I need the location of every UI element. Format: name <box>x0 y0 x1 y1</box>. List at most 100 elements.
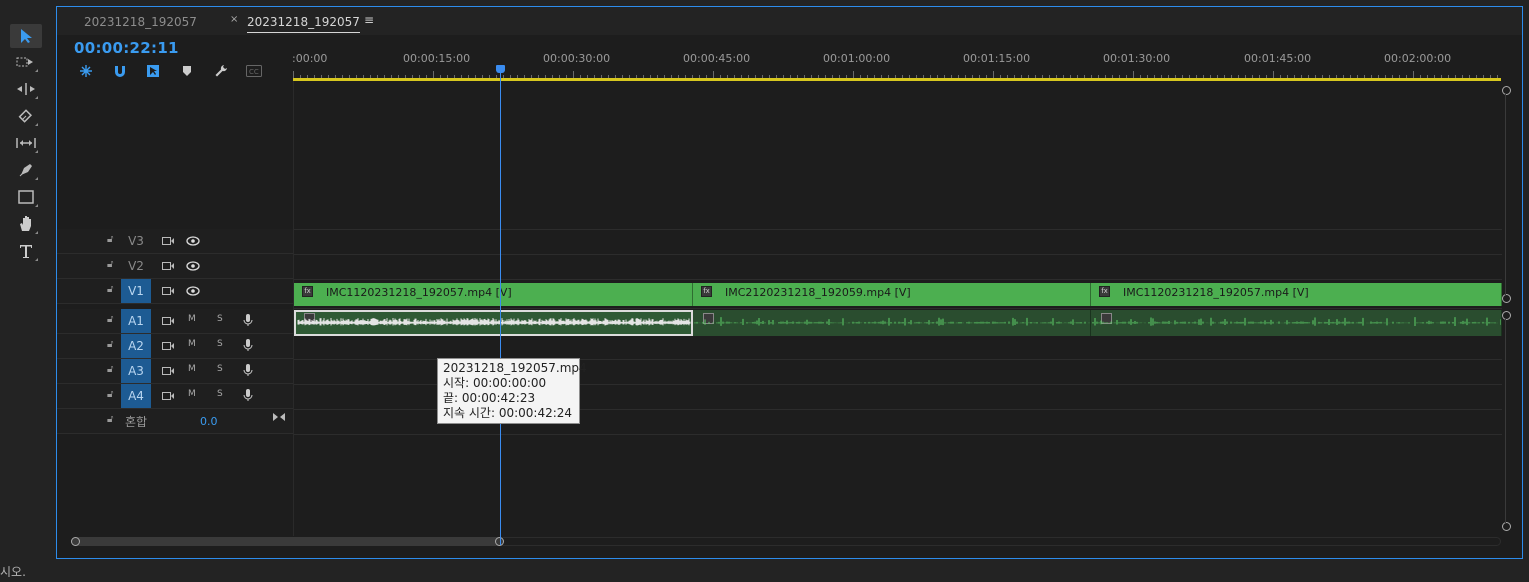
hand-tool-button[interactable] <box>10 212 42 236</box>
toggle-sync-lock-icon[interactable] <box>162 365 174 379</box>
track-label-a4[interactable]: A4 <box>121 384 151 408</box>
selection-tool-button[interactable] <box>10 24 42 48</box>
track-header-v2[interactable]: 🔓︎ V2 <box>57 254 293 279</box>
vscroll-handle-video-bottom[interactable] <box>1502 294 1511 303</box>
wrench-icon[interactable] <box>213 64 229 78</box>
audio-waveform <box>297 318 691 326</box>
track-header-v3[interactable]: 🔓︎ V3 <box>57 229 293 254</box>
tools-panel <box>0 0 54 560</box>
lock-icon[interactable]: 🔓︎ <box>107 414 113 425</box>
audio-clip[interactable] <box>1091 310 1502 336</box>
audio-clip-selected[interactable] <box>294 310 693 336</box>
solo-button[interactable]: S <box>217 339 223 349</box>
slip-tool-button[interactable] <box>10 131 42 155</box>
solo-button[interactable]: S <box>217 364 223 374</box>
microphone-icon[interactable] <box>243 363 253 380</box>
pen-icon <box>19 164 32 177</box>
toggle-sync-lock-icon[interactable] <box>162 390 174 404</box>
snap-icon[interactable] <box>112 64 128 78</box>
hscroll-thumb[interactable] <box>71 537 503 546</box>
tab-close-button[interactable]: × <box>230 14 238 25</box>
solo-button[interactable]: S <box>217 314 223 324</box>
toggle-sync-lock-icon[interactable] <box>162 235 174 249</box>
clip-label: IMC1120231218_192057.mp4 [V] <box>1123 286 1309 299</box>
track-label-a2[interactable]: A2 <box>121 334 151 358</box>
tab-sequence-1[interactable]: 20231218_192057 <box>84 15 197 29</box>
time-ruler[interactable]: :00:00 00:00:15:00 00:00:30:00 00:00:45:… <box>292 35 1501 81</box>
toggle-sync-lock-icon[interactable] <box>162 340 174 354</box>
video-clip[interactable]: fx IMC1120231218_192057.mp4 [V] <box>294 283 693 306</box>
tab-menu-button[interactable]: ≡ <box>364 13 374 27</box>
tool-group-indicator <box>35 96 38 99</box>
lock-icon[interactable]: 🔓︎ <box>107 389 113 400</box>
track-area[interactable]: fx IMC1120231218_192057.mp4 [V] fx IMC21… <box>293 81 1502 536</box>
ripple-edit-tool-button[interactable] <box>10 77 42 101</box>
track-header-a4[interactable]: 🔓︎ A4 M S <box>57 384 293 409</box>
lock-icon[interactable]: 🔓︎ <box>107 259 113 270</box>
vscroll-handle-video-top[interactable] <box>1502 86 1511 95</box>
fx-badge-icon: fx <box>701 286 712 297</box>
mute-button[interactable]: M <box>188 364 196 374</box>
lock-icon[interactable]: 🔓︎ <box>107 364 113 375</box>
lock-icon[interactable]: 🔓︎ <box>107 284 113 295</box>
track-label-a3[interactable]: A3 <box>121 359 151 383</box>
tab-sequence-2[interactable]: 20231218_192057 <box>247 15 360 33</box>
captions-icon[interactable]: CC <box>246 64 262 78</box>
tool-group-indicator <box>35 204 38 207</box>
solo-button[interactable]: S <box>217 389 223 399</box>
playhead-line[interactable] <box>500 71 501 545</box>
playhead-timecode[interactable]: 00:00:22:11 <box>74 39 179 57</box>
mix-volume-value[interactable]: 0.0 <box>200 415 218 428</box>
track-label-v3[interactable]: V3 <box>121 229 151 253</box>
track-header-a1[interactable]: 🔓︎ A1 M S <box>57 309 293 334</box>
pen-tool-button[interactable] <box>10 158 42 182</box>
track-label-v1[interactable]: V1 <box>121 279 151 303</box>
go-to-end-icon[interactable] <box>273 411 285 425</box>
rectangle-tool-button[interactable] <box>10 185 42 209</box>
video-clip[interactable]: fx IMC1120231218_192057.mp4 [V] <box>1091 283 1502 306</box>
audio-clip[interactable] <box>693 310 1091 336</box>
microphone-icon[interactable] <box>243 338 253 355</box>
razor-icon <box>18 109 33 123</box>
microphone-icon[interactable] <box>243 388 253 405</box>
mute-button[interactable]: M <box>188 339 196 349</box>
track-headers: 🔓︎ V3 🔓︎ V2 🔓︎ V1 🔓︎ A1 M S 🔓︎ A2 M S 🔓︎… <box>57 229 293 439</box>
vscroll-video-track[interactable] <box>1505 93 1506 295</box>
eye-icon[interactable] <box>186 260 200 274</box>
horizontal-scrollbar[interactable] <box>71 537 1501 546</box>
track-header-v1[interactable]: 🔓︎ V1 <box>57 279 293 304</box>
type-tool-button[interactable] <box>10 239 42 263</box>
toggle-sync-lock-icon[interactable] <box>162 260 174 274</box>
mute-button[interactable]: M <box>188 314 196 324</box>
add-marker-icon[interactable] <box>179 64 195 78</box>
microphone-icon[interactable] <box>243 313 253 330</box>
lock-icon[interactable]: 🔓︎ <box>107 339 113 350</box>
lock-icon[interactable]: 🔓︎ <box>107 234 113 245</box>
track-header-a2[interactable]: 🔓︎ A2 M S <box>57 334 293 359</box>
track-select-tool-button[interactable] <box>10 50 42 74</box>
toggle-sync-lock-icon[interactable] <box>162 315 174 329</box>
vscroll-handle-audio-top[interactable] <box>1502 311 1511 320</box>
eye-icon[interactable] <box>186 285 200 299</box>
toggle-sync-lock-icon[interactable] <box>162 285 174 299</box>
track-label-v2[interactable]: V2 <box>121 254 151 278</box>
tooltip-filename: 20231218_192057.mp4 <box>443 361 587 375</box>
mute-button[interactable]: M <box>188 389 196 399</box>
hscroll-handle-left[interactable] <box>71 537 80 546</box>
audio-waveform <box>1092 317 1501 326</box>
razor-tool-button[interactable] <box>10 104 42 128</box>
track-header-a3[interactable]: 🔓︎ A3 M S <box>57 359 293 384</box>
linked-selection-icon[interactable] <box>145 64 161 78</box>
eye-icon[interactable] <box>186 235 200 249</box>
ruler-label: 00:02:00:00 <box>1384 52 1452 65</box>
nest-sequence-icon[interactable] <box>78 64 94 78</box>
tool-group-indicator <box>35 177 38 180</box>
fx-badge-icon: fx <box>1099 286 1110 297</box>
vscroll-audio-track[interactable] <box>1505 318 1506 523</box>
track-label-a1[interactable]: A1 <box>121 309 151 333</box>
lock-icon[interactable]: 🔓︎ <box>107 314 113 325</box>
vscroll-handle-audio-bottom[interactable] <box>1502 522 1511 531</box>
video-clip[interactable]: fx IMC2120231218_192059.mp4 [V] <box>693 283 1091 306</box>
playhead-head[interactable] <box>496 65 505 73</box>
ruler-label: :00:00 <box>292 52 328 65</box>
